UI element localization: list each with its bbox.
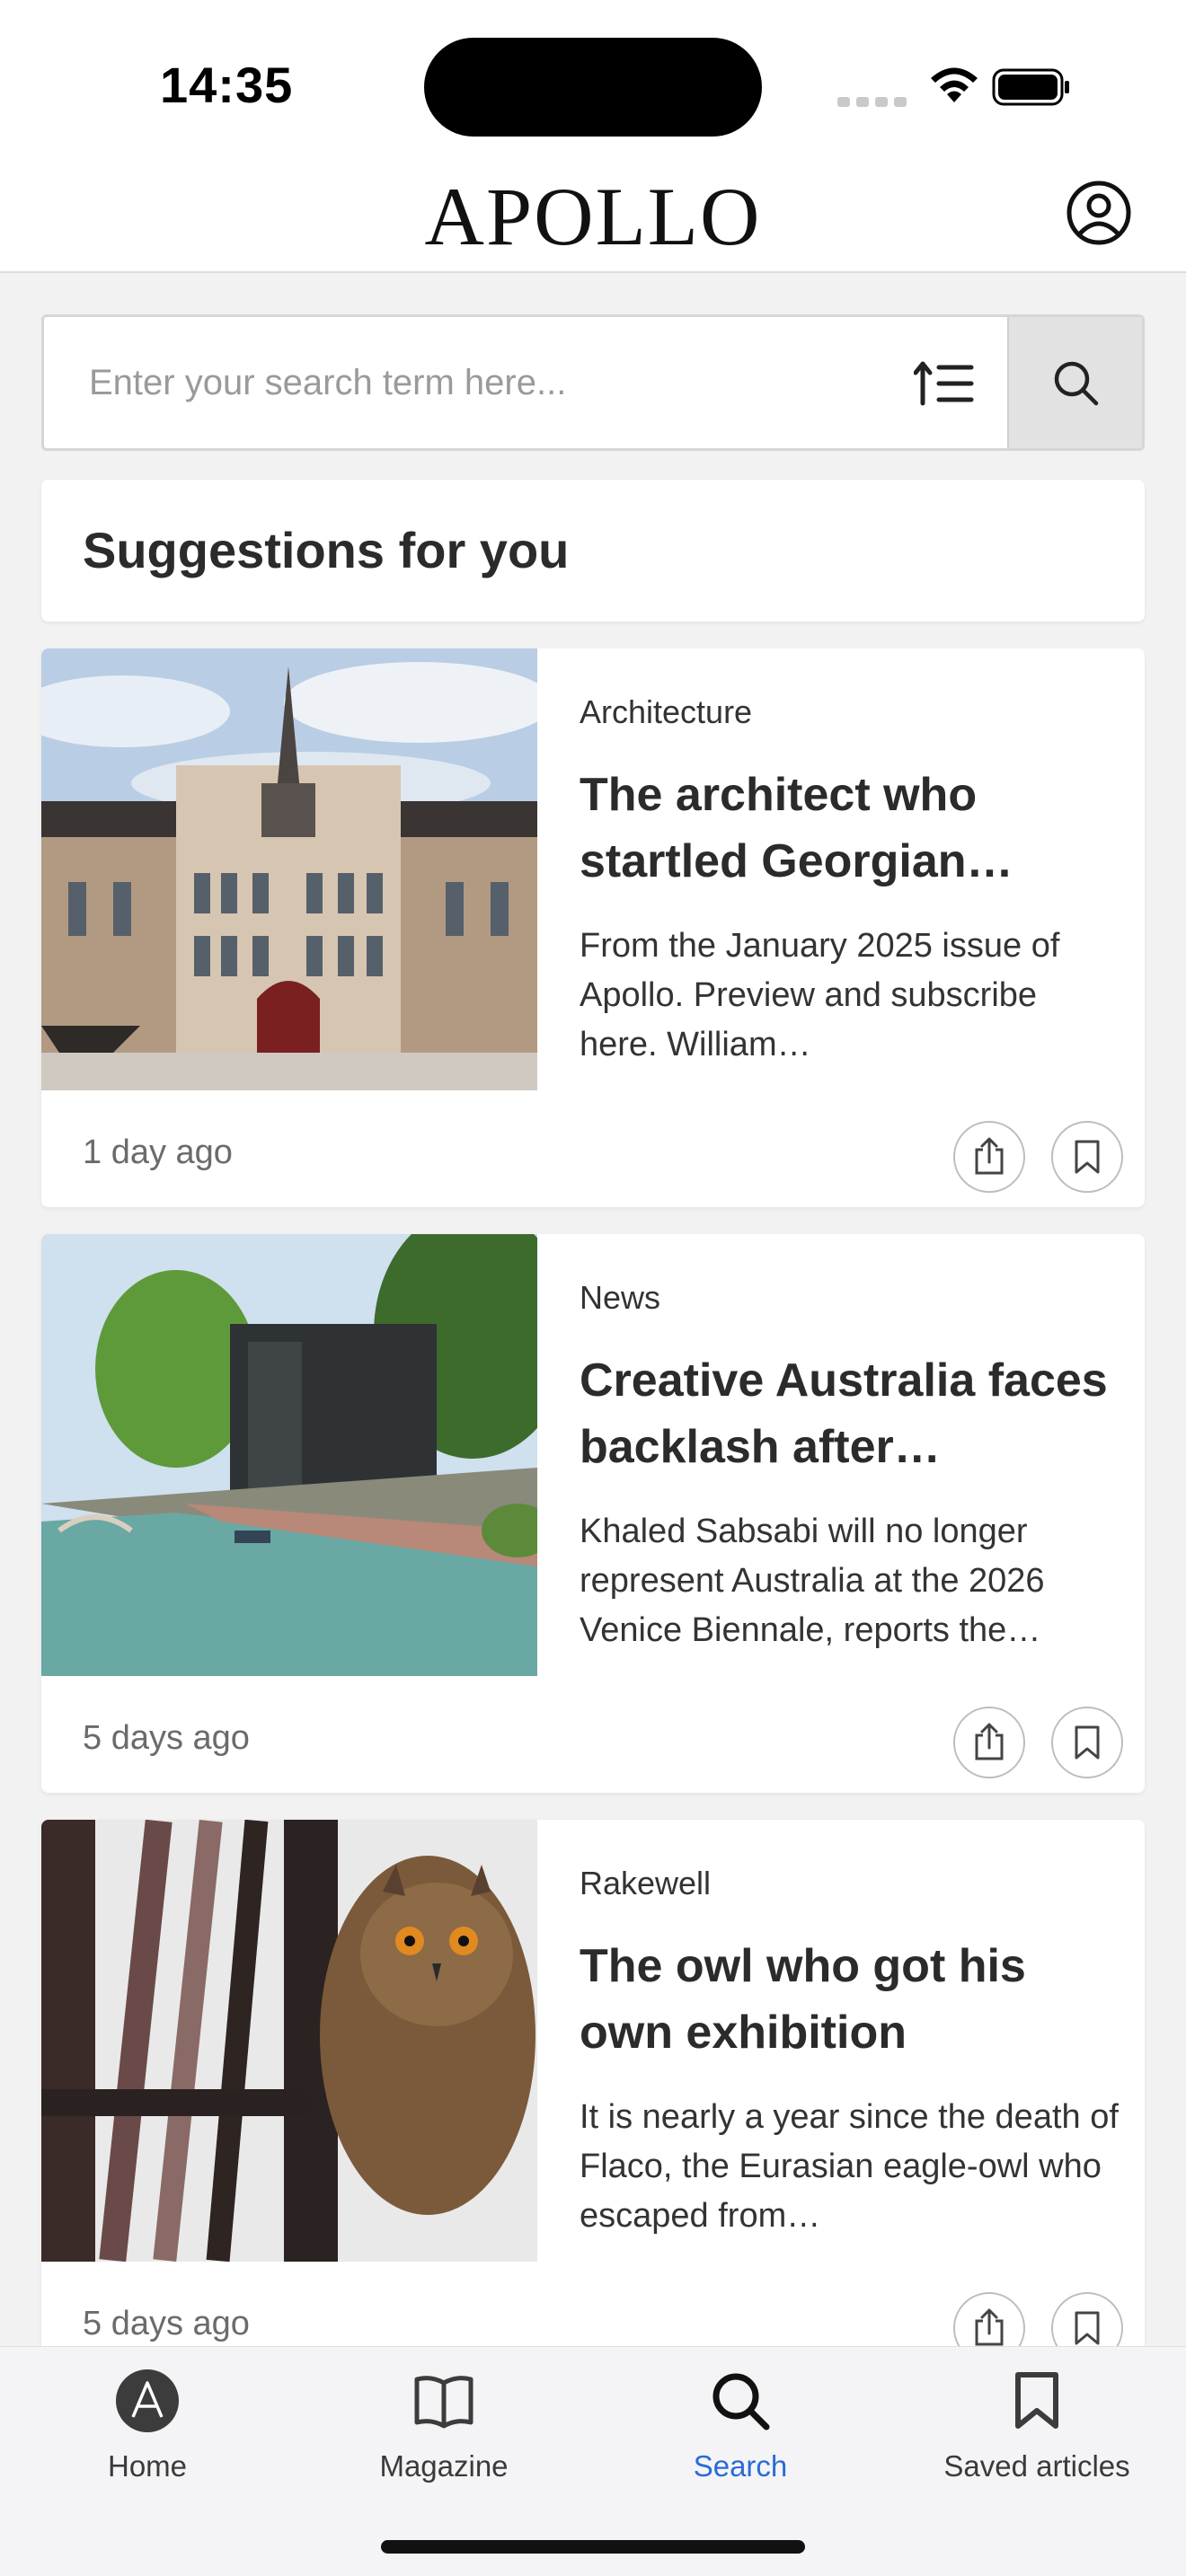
tab-saved-articles[interactable]: Saved articles (902, 2365, 1172, 2500)
cellular-signal-icon (837, 95, 913, 111)
home-indicator[interactable] (381, 2540, 805, 2554)
article-card[interactable]: News Creative Australia faces backlash a… (41, 1234, 1145, 1793)
article-excerpt: It is nearly a year since the death of F… (580, 2098, 1119, 2235)
article-timestamp: 5 days ago (83, 1719, 250, 1757)
article-title[interactable]: The owl who got his own exhibition (580, 1933, 1119, 2066)
status-bar: 14:35 (0, 0, 1186, 153)
article-image[interactable] (41, 1820, 537, 2262)
search-button[interactable] (1007, 317, 1142, 448)
bookmark-button[interactable] (1051, 1121, 1123, 1193)
tab-label: Saved articles (943, 2449, 1130, 2483)
article-card[interactable]: Rakewell The owl who got his own exhibit… (41, 1820, 1145, 2378)
tab-home[interactable]: Home (13, 2365, 282, 2500)
article-category: Rakewell (580, 1865, 712, 1901)
share-button[interactable] (953, 1121, 1025, 1193)
share-icon (975, 1137, 1004, 1175)
tab-magazine[interactable]: Magazine (309, 2365, 579, 2500)
bookmark-icon (1075, 1725, 1100, 1760)
suggestions-header: Suggestions for you (41, 480, 1145, 622)
wifi-icon (931, 67, 978, 102)
article-card[interactable]: Architecture The architect who startled … (41, 648, 1145, 1207)
tab-label: Search (693, 2449, 788, 2483)
article-category: Architecture (580, 693, 753, 730)
sort-ascending-icon[interactable] (914, 360, 977, 407)
search-bar (41, 314, 1145, 451)
bookmark-button[interactable] (1051, 1707, 1123, 1778)
article-title[interactable]: Creative Australia faces backlash after… (580, 1347, 1119, 1480)
bookmark-icon (1075, 1140, 1100, 1174)
article-image[interactable] (41, 1234, 537, 1676)
article-timestamp: 1 day ago (83, 1134, 233, 1171)
status-time: 14:35 (160, 57, 294, 113)
status-icons (837, 63, 1080, 108)
search-icon (1054, 361, 1099, 406)
article-category: News (580, 1279, 661, 1316)
tab-search[interactable]: Search (606, 2365, 875, 2500)
search-input[interactable] (44, 317, 1005, 448)
article-title[interactable]: The architect who startled Georgian… (580, 762, 1119, 895)
open-book-icon (408, 2365, 480, 2437)
share-icon (975, 1723, 1004, 1760)
search-icon (704, 2365, 776, 2437)
article-excerpt: From the January 2025 issue of Apollo. P… (580, 927, 1060, 1063)
dynamic-island (424, 38, 762, 137)
app-header: APOLLO (0, 153, 1186, 273)
bookmark-icon (1001, 2365, 1073, 2437)
suggestions-title: Suggestions for you (83, 522, 570, 578)
article-timestamp: 5 days ago (83, 2305, 250, 2342)
apollo-home-icon (111, 2365, 183, 2437)
battery-icon (992, 68, 1069, 106)
bookmark-icon (1075, 2311, 1100, 2345)
apollo-logo[interactable]: APOLLO (0, 169, 1186, 264)
share-icon (975, 2308, 1004, 2346)
article-image[interactable] (41, 648, 537, 1090)
share-button[interactable] (953, 1707, 1025, 1778)
account-circle-icon[interactable] (1066, 180, 1132, 246)
tab-label: Home (107, 2449, 188, 2483)
tab-label: Magazine (379, 2449, 509, 2483)
article-excerpt: Khaled Sabsabi will no longer represent … (580, 1513, 1045, 1649)
